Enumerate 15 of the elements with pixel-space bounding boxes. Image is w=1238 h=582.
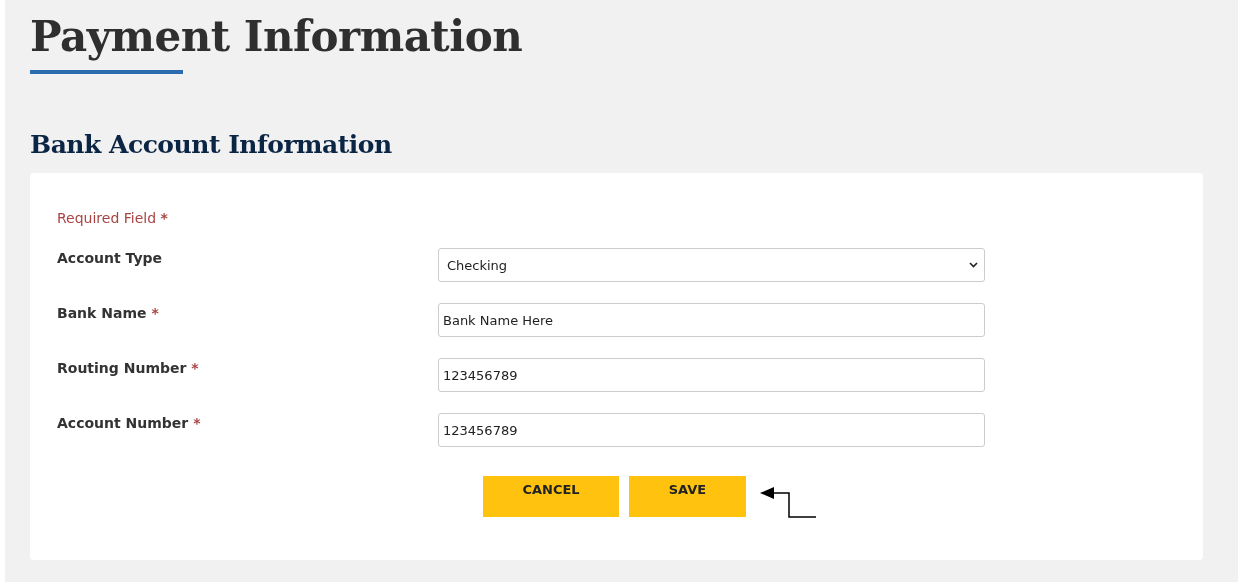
account-type-dropdown[interactable]: Checking bbox=[438, 248, 985, 282]
page-title: Payment Information bbox=[30, 12, 523, 61]
input-field[interactable]: Bank Name Here bbox=[438, 303, 985, 337]
save-button[interactable]: SAVE bbox=[629, 476, 746, 517]
field-label: Routing Number * bbox=[57, 359, 199, 376]
chevron-down-icon bbox=[969, 262, 978, 268]
pointer-arrow bbox=[760, 485, 818, 519]
cancel-button[interactable]: CANCEL bbox=[483, 476, 619, 517]
field-label: Account Type bbox=[57, 249, 163, 266]
field-label: Account Number * bbox=[57, 414, 201, 431]
required-field-note: Required Field * bbox=[57, 210, 168, 226]
input-field[interactable]: 123456789 bbox=[438, 413, 985, 447]
field-label: Bank Name * bbox=[57, 304, 159, 321]
section-title: Bank Account Information bbox=[30, 130, 392, 159]
input-field[interactable]: 123456789 bbox=[438, 358, 985, 392]
